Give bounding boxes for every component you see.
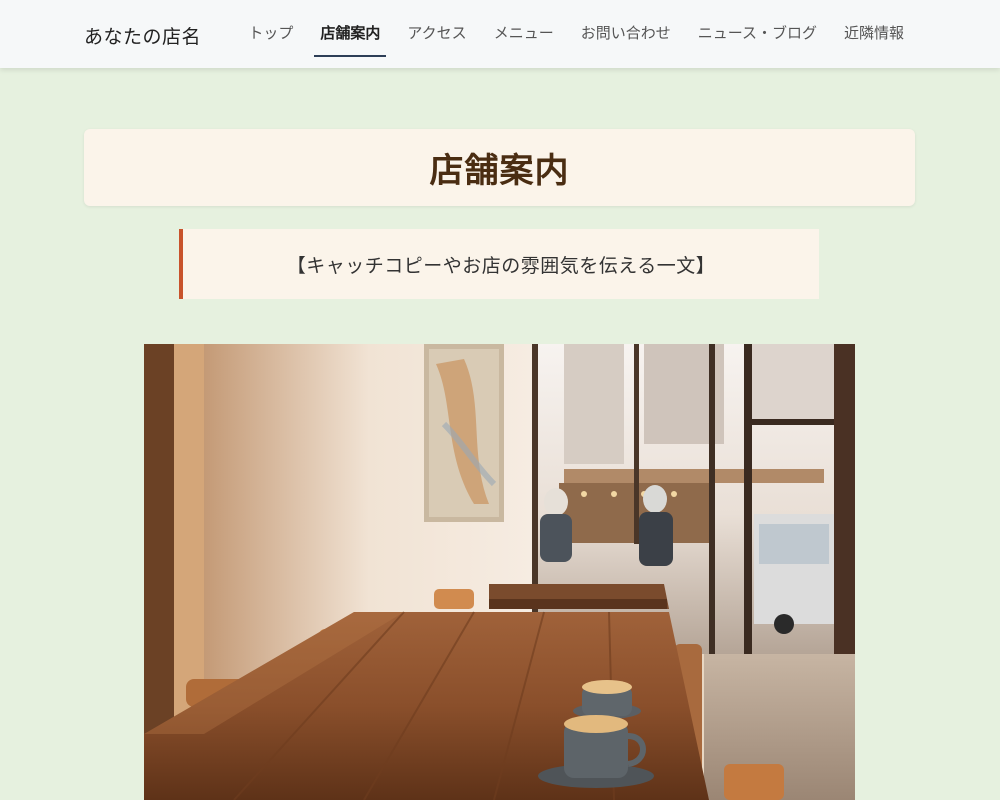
- cafe-interior-illustration: [144, 344, 855, 800]
- catchcopy-text: 【キャッチコピーやお店の雰囲気を伝える一文】: [286, 254, 716, 277]
- nav-item-nearby[interactable]: 近隣情報: [838, 22, 910, 55]
- nav-item-access[interactable]: アクセス: [401, 22, 472, 55]
- nav-item-store-info[interactable]: 店舗案内: [314, 22, 387, 57]
- main-nav: トップ 店舗案内 アクセス メニュー お問い合わせ ニュース・ブログ 近隣情報: [242, 22, 910, 57]
- site-header: あなたの店名 トップ 店舗案内 アクセス メニュー お問い合わせ ニュース・ブロ…: [0, 0, 1000, 68]
- site-brand[interactable]: あなたの店名: [84, 22, 201, 49]
- store-interior-photo: [144, 344, 855, 800]
- nav-item-menu[interactable]: メニュー: [488, 22, 560, 55]
- nav-item-news-blog[interactable]: ニュース・ブログ: [692, 22, 823, 55]
- catchcopy-card: 【キャッチコピーやお店の雰囲気を伝える一文】: [179, 229, 819, 299]
- page-title: 店舗案内: [429, 151, 570, 191]
- nav-item-top[interactable]: トップ: [242, 22, 299, 55]
- nav-item-contact[interactable]: お問い合わせ: [575, 22, 677, 55]
- page-title-card: 店舗案内: [84, 129, 915, 206]
